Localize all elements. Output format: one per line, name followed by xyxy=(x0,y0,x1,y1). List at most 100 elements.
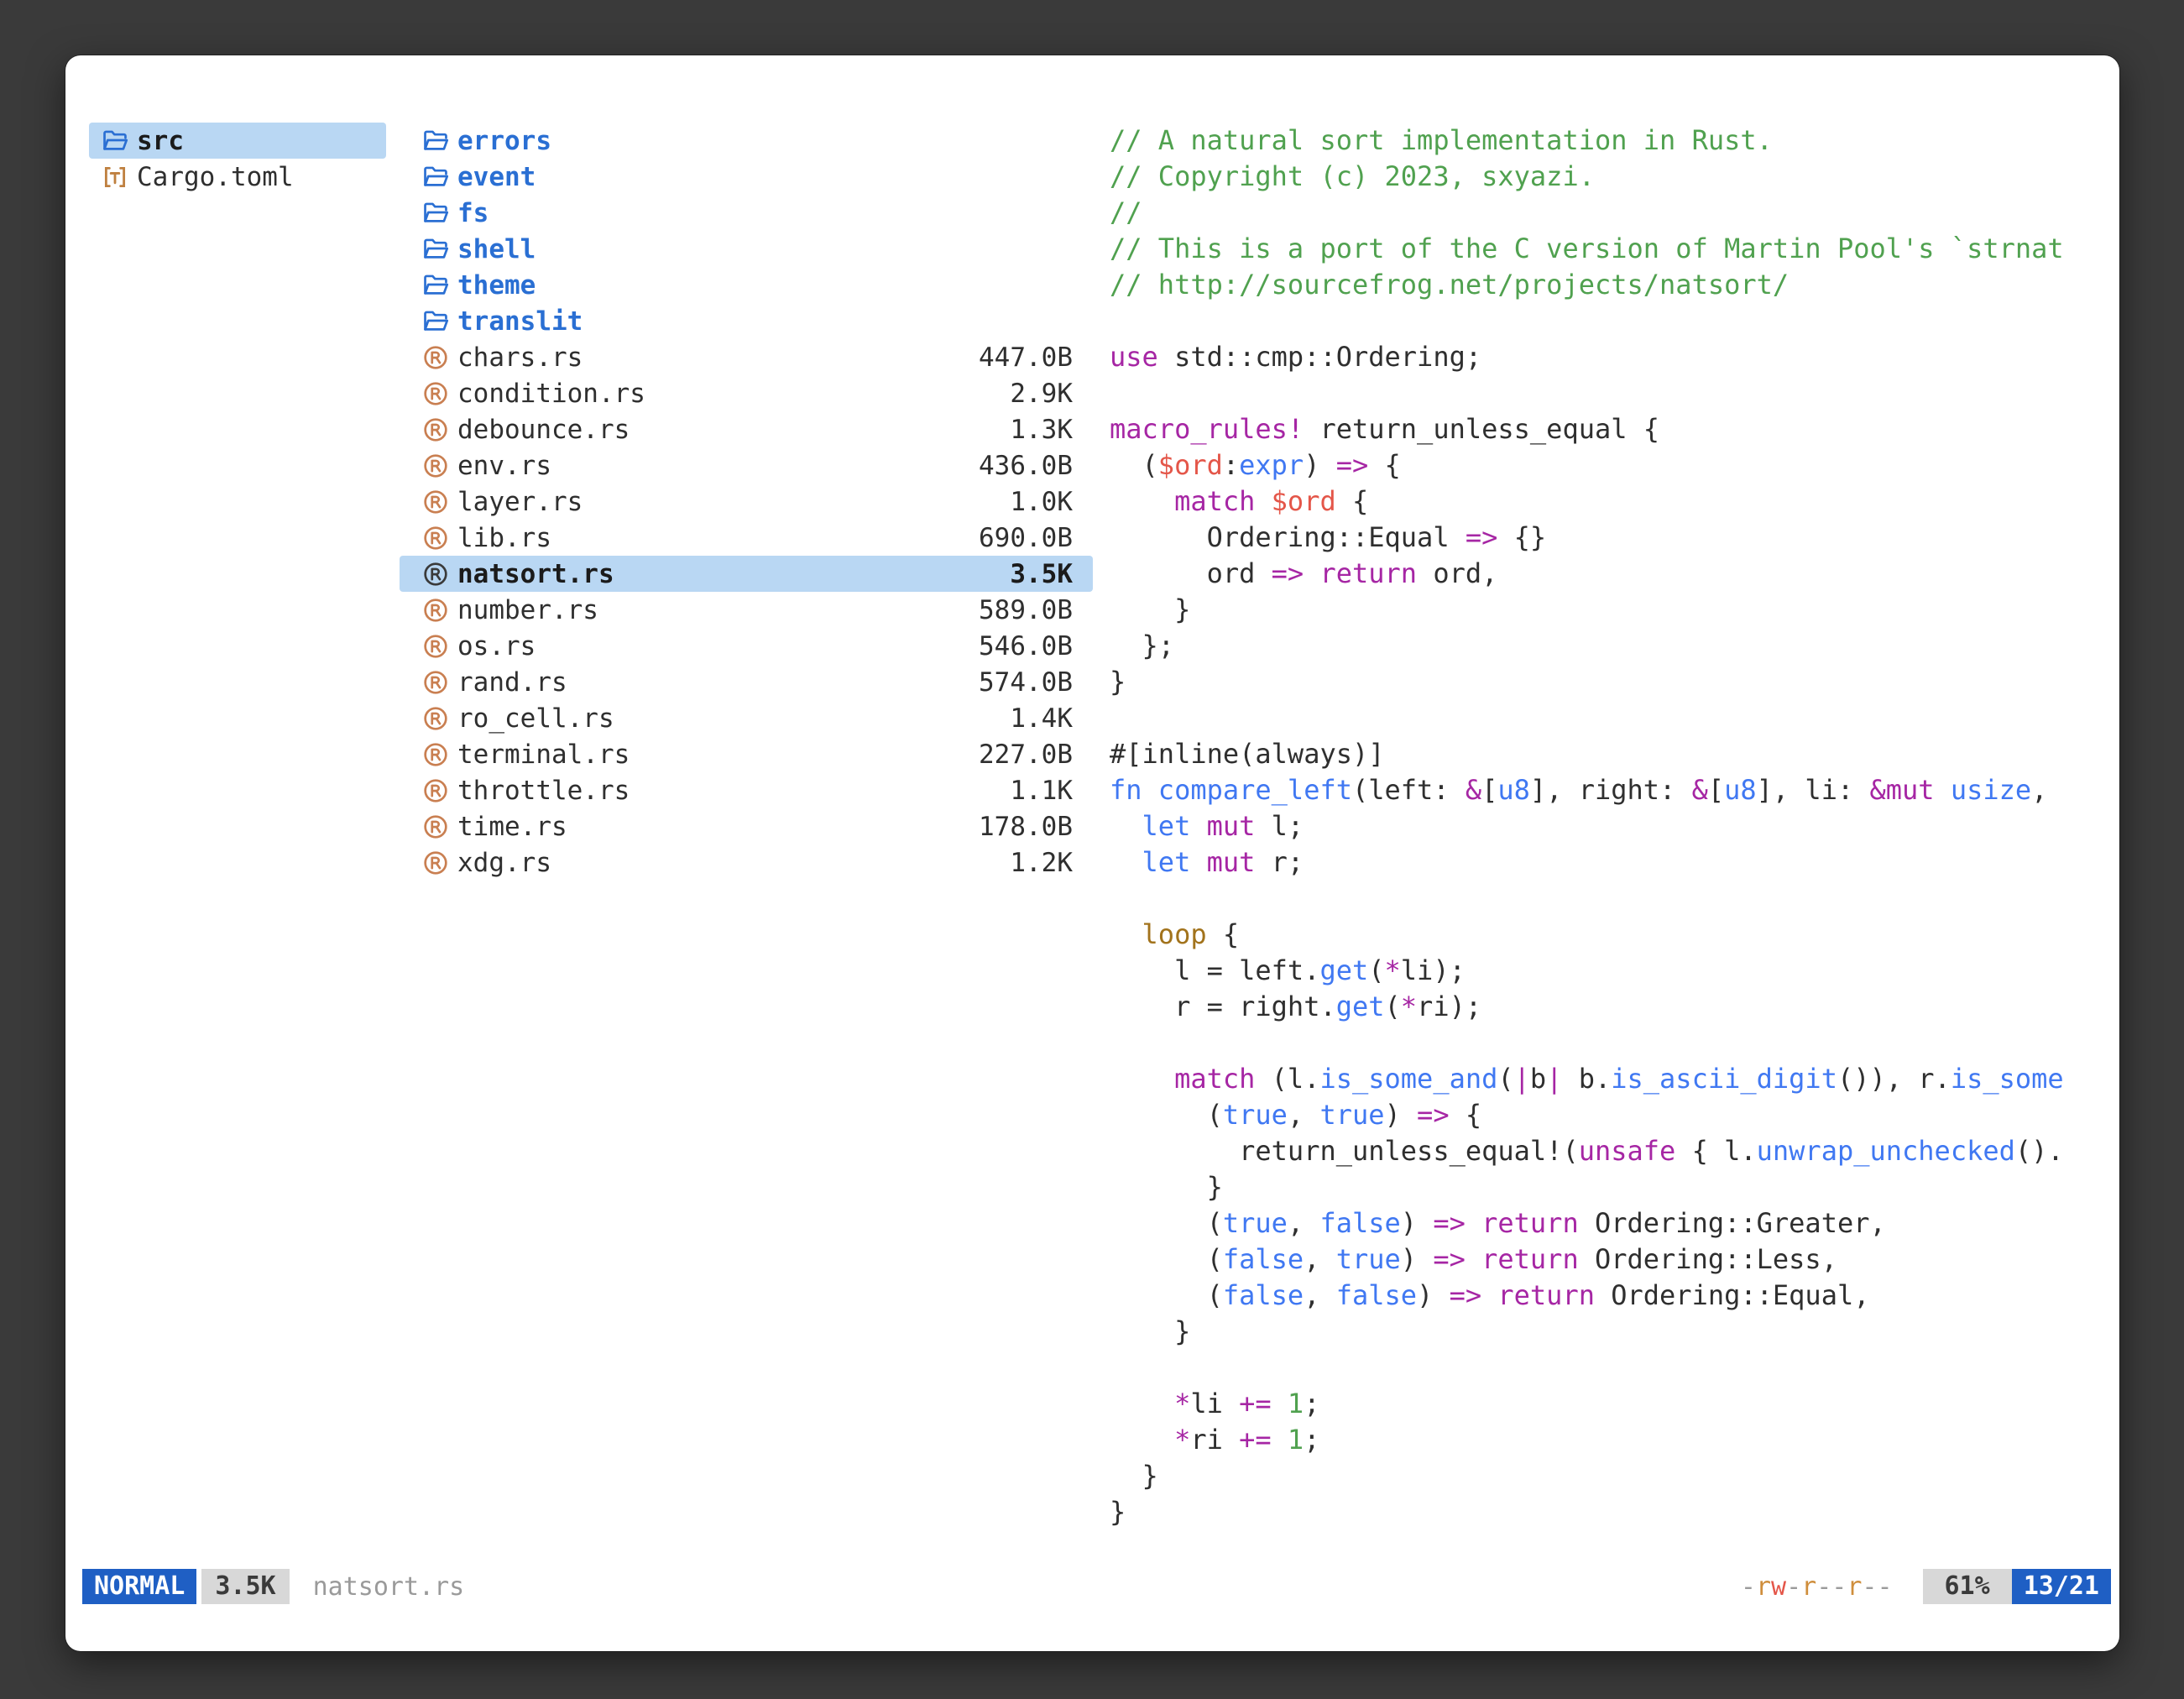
code-line: ord => return ord, xyxy=(1110,556,2102,592)
rust-file-icon xyxy=(421,416,450,444)
file-size: 1.0K xyxy=(1010,487,1073,517)
file-name: shell xyxy=(457,234,536,264)
file-name: os.rs xyxy=(457,631,536,661)
file-size: 574.0B xyxy=(979,667,1073,698)
file-row[interactable]: time.rs 178.0B xyxy=(400,808,1093,844)
file-row[interactable]: rand.rs574.0B xyxy=(400,664,1093,700)
rust-file-icon xyxy=(421,813,450,841)
rust-file-icon xyxy=(421,704,450,733)
yazi-file-manager-window: srcCargo.toml errors event fs shellthemetra… xyxy=(65,55,2119,1651)
file-name: xdg.rs xyxy=(457,848,551,878)
file-row[interactable]: ro_cell.rs 1.4K xyxy=(400,700,1093,736)
file-row[interactable]: condition.rs 2.9K xyxy=(400,375,1093,411)
code-line: loop { xyxy=(1110,917,2102,953)
file-name: throttle.rs xyxy=(457,776,630,806)
rust-file-icon xyxy=(421,524,450,552)
file-name: fs xyxy=(457,198,489,228)
file-row[interactable]: os.rs 546.0B xyxy=(400,628,1093,664)
rust-file-icon xyxy=(421,740,450,769)
code-line: } xyxy=(1110,664,2102,700)
rust-file-icon xyxy=(421,343,450,372)
file-size: 178.0B xyxy=(979,812,1073,842)
file-permissions: -rw-r--r-- xyxy=(1741,1572,1893,1602)
rust-file-icon xyxy=(421,632,450,661)
rust-file-icon xyxy=(421,379,450,408)
file-row[interactable]: lib.rs 690.0B xyxy=(400,520,1093,556)
file-name: lib.rs xyxy=(457,523,551,553)
code-line: use std::cmp::Ordering; xyxy=(1110,339,2102,375)
file-size: 1.3K xyxy=(1010,415,1073,445)
code-line: // Copyright (c) 2023, sxyazi. xyxy=(1110,159,2102,195)
file-row[interactable]: event xyxy=(400,159,1093,195)
file-row[interactable]: layer.rs 1.0K xyxy=(400,484,1093,520)
status-filename: natsort.rs xyxy=(313,1572,465,1602)
file-size: 1.4K xyxy=(1010,703,1073,734)
folder-icon xyxy=(421,271,450,300)
folder-icon xyxy=(421,307,450,336)
file-row[interactable]: natsort.rs3.5K xyxy=(400,556,1093,592)
file-row[interactable]: env.rs436.0B xyxy=(400,447,1093,484)
file-size: 2.9K xyxy=(1010,379,1073,409)
file-row[interactable]: shell xyxy=(400,231,1093,267)
file-row[interactable]: theme xyxy=(400,267,1093,303)
file-size: 227.0B xyxy=(979,740,1073,770)
code-line: // http://sourcefrog.net/projects/natsor… xyxy=(1110,267,2102,303)
code-line xyxy=(1110,303,2102,339)
file-name: condition.rs xyxy=(457,379,645,409)
rust-file-icon xyxy=(421,452,450,480)
file-row[interactable]: src xyxy=(89,123,386,159)
file-row[interactable]: translit xyxy=(400,303,1093,339)
file-name: ro_cell.rs xyxy=(457,703,614,734)
code-line: *li += 1; xyxy=(1110,1386,2102,1422)
file-name: layer.rs xyxy=(457,487,583,517)
cursor-position: 13/21 xyxy=(2012,1569,2111,1604)
code-line: macro_rules! return_unless_equal { xyxy=(1110,411,2102,447)
file-name: src xyxy=(137,126,184,156)
file-row[interactable]: debounce.rs 1.3K xyxy=(400,411,1093,447)
file-name: natsort.rs xyxy=(457,559,614,589)
file-name: terminal.rs xyxy=(457,740,630,770)
code-line: (false, false) => return Ordering::Equal… xyxy=(1110,1278,2102,1314)
scroll-percentage: 61% xyxy=(1923,1569,2012,1604)
code-line: (true, false) => return Ordering::Greate… xyxy=(1110,1205,2102,1242)
code-line: } xyxy=(1110,1458,2102,1494)
file-name: env.rs xyxy=(457,451,551,481)
code-line: let mut l; xyxy=(1110,808,2102,844)
file-size-indicator: 3.5K xyxy=(201,1569,289,1604)
file-row[interactable]: fs xyxy=(400,195,1093,231)
folder-icon xyxy=(101,127,129,155)
code-line xyxy=(1110,700,2102,736)
file-size: 546.0B xyxy=(979,631,1073,661)
file-row[interactable]: terminal.rs 227.0B xyxy=(400,736,1093,772)
parent-directory-pane: srcCargo.toml xyxy=(89,123,386,195)
file-row[interactable]: number.rs 589.0B xyxy=(400,592,1093,628)
file-size: 589.0B xyxy=(979,595,1073,625)
code-line xyxy=(1110,1025,2102,1061)
folder-icon xyxy=(421,199,450,227)
file-row[interactable]: errors xyxy=(400,123,1093,159)
code-line: (true, true) => { xyxy=(1110,1097,2102,1133)
file-row[interactable]: Cargo.toml xyxy=(89,159,386,195)
code-line: // A natural sort implementation in Rust… xyxy=(1110,123,2102,159)
status-bar: NORMAL 3.5K natsort.rs -rw-r--r-- 61% 13… xyxy=(82,1569,2111,1604)
code-line: match $ord { xyxy=(1110,484,2102,520)
file-row[interactable]: xdg.rs1.2K xyxy=(400,844,1093,881)
code-line: *ri += 1; xyxy=(1110,1422,2102,1458)
rust-file-icon xyxy=(421,596,450,625)
file-name: errors xyxy=(457,126,551,156)
folder-icon xyxy=(421,235,450,264)
file-name: time.rs xyxy=(457,812,567,842)
file-name: debounce.rs xyxy=(457,415,630,445)
file-row[interactable]: throttle.rs1.1K xyxy=(400,772,1093,808)
rust-file-icon xyxy=(421,849,450,877)
code-line: } xyxy=(1110,1169,2102,1205)
file-name: event xyxy=(457,162,536,192)
folder-icon xyxy=(421,163,450,191)
file-name: number.rs xyxy=(457,595,598,625)
file-size: 690.0B xyxy=(979,523,1073,553)
code-line: return_unless_equal!(unsafe { l.unwrap_u… xyxy=(1110,1133,2102,1169)
file-row[interactable]: chars.rs447.0B xyxy=(400,339,1093,375)
code-line: ($ord:expr) => { xyxy=(1110,447,2102,484)
code-line: let mut r; xyxy=(1110,844,2102,881)
code-line: fn compare_left(left: &[u8], right: &[u8… xyxy=(1110,772,2102,808)
